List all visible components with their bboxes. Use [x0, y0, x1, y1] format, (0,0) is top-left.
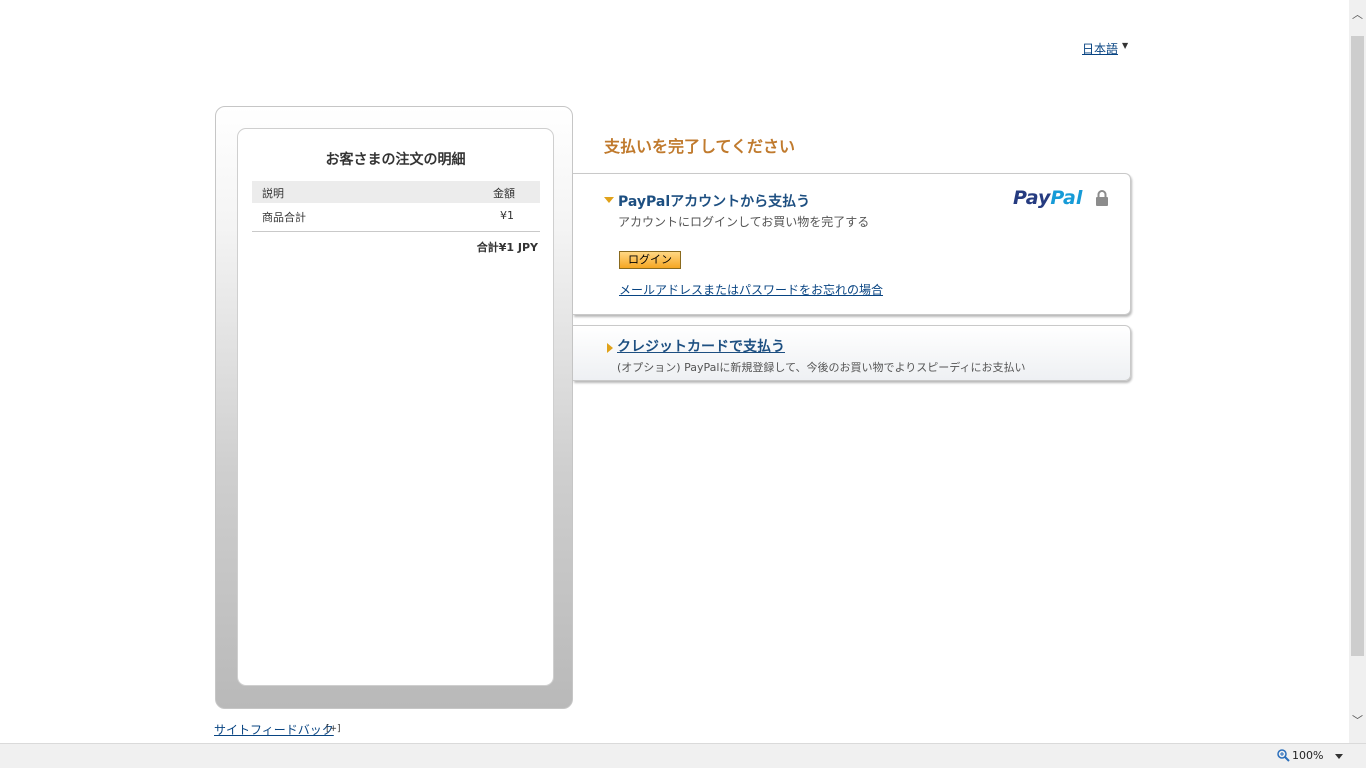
- login-button[interactable]: ログイン: [619, 251, 681, 269]
- status-bar: 100%: [0, 743, 1366, 768]
- paypal-logo: PayPal: [1013, 187, 1082, 209]
- order-summary-panel: お客さまの注文の明細 説明 金額 商品合計 ¥1 合計¥1 JPY: [215, 106, 573, 709]
- scroll-down-icon[interactable]: ﹀: [1349, 712, 1366, 727]
- caret-down-icon: [604, 197, 614, 203]
- paypal-account-panel: PayPalアカウントから支払う アカウントにログインしてお買い物を完了する P…: [573, 173, 1131, 315]
- scroll-thumb[interactable]: [1351, 36, 1364, 656]
- forgot-password-link[interactable]: メールアドレスまたはパスワードをお忘れの場合: [619, 281, 883, 298]
- item-name: 商品合計: [262, 211, 306, 224]
- zoom-icon: [1277, 749, 1290, 762]
- lock-icon: [1096, 190, 1108, 206]
- paypal-logo-pal: Pal: [1050, 187, 1083, 209]
- chevron-down-icon[interactable]: ▼: [1122, 41, 1128, 50]
- column-amount: 金額: [493, 187, 515, 200]
- credit-card-panel[interactable]: クレジットカードで支払う (オプション) PayPalに新規登録して、今後のお買…: [573, 325, 1131, 381]
- order-summary-card: お客さまの注文の明細 説明 金額 商品合計 ¥1 合計¥1 JPY: [237, 128, 554, 686]
- caret-right-icon: [607, 343, 613, 353]
- paypal-logo-pay: Pay: [1013, 187, 1051, 209]
- feedback-expand[interactable]: [+]: [326, 724, 341, 734]
- order-summary-title: お客さまの注文の明細: [325, 152, 466, 168]
- credit-card-subtitle: (オプション) PayPalに新規登録して、今後のお買い物でよりスピーディにお支…: [617, 361, 1026, 374]
- language-selector[interactable]: 日本語: [1082, 40, 1118, 57]
- paypal-option-title[interactable]: PayPalアカウントから支払う: [618, 191, 810, 211]
- item-amount: ¥1: [500, 209, 514, 222]
- table-row: 商品合計 ¥1: [252, 209, 540, 232]
- scroll-up-icon[interactable]: ︿: [1349, 6, 1366, 21]
- column-description: 説明: [262, 187, 284, 200]
- chevron-down-icon[interactable]: [1335, 754, 1343, 759]
- credit-card-link[interactable]: クレジットカードで支払う: [617, 336, 785, 356]
- zoom-level[interactable]: 100%: [1292, 749, 1323, 762]
- paypal-option-subtitle: アカウントにログインしてお買い物を完了する: [618, 215, 870, 229]
- page-title: 支払いを完了してください: [604, 137, 796, 156]
- site-feedback-link[interactable]: サイトフィードバック: [214, 721, 334, 738]
- vertical-scrollbar[interactable]: ︿ ﹀: [1349, 0, 1366, 743]
- summary-table-header: 説明 金額: [252, 181, 540, 203]
- order-total: 合計¥1 JPY: [476, 241, 538, 254]
